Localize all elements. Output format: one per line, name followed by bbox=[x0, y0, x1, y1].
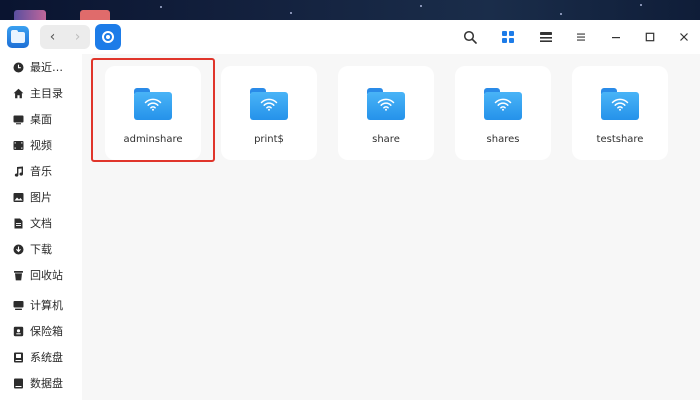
file-manager-window: ‹ › 最近… 主目录 桌面 视频 音乐 图片 文档 下载 回收站 计算机 保险… bbox=[0, 20, 700, 400]
chevron-right-icon: › bbox=[74, 29, 81, 45]
network-share-folder-icon bbox=[250, 88, 288, 120]
sidebar-item-label: 下载 bbox=[30, 243, 52, 256]
desktop-background bbox=[0, 0, 700, 22]
search-button[interactable] bbox=[460, 27, 480, 47]
network-share-folder-icon bbox=[484, 88, 522, 120]
document-icon bbox=[12, 217, 24, 229]
sidebar-item-label: 音乐 bbox=[30, 165, 52, 178]
forward-button[interactable]: › bbox=[65, 25, 90, 49]
list-view-button[interactable] bbox=[536, 27, 556, 47]
sidebar-item-desktop[interactable]: 桌面 bbox=[0, 108, 82, 130]
folder-name: share bbox=[372, 134, 400, 145]
sidebar-item-label: 数据盘 bbox=[30, 377, 63, 390]
file-manager-logo-icon bbox=[7, 26, 29, 48]
sidebar-item-downloads[interactable]: 下载 bbox=[0, 238, 82, 260]
computer-icon bbox=[12, 299, 24, 311]
sidebar-item-videos[interactable]: 视频 bbox=[0, 134, 82, 156]
folder-name: print$ bbox=[254, 134, 284, 145]
titlebar: ‹ › bbox=[0, 20, 700, 54]
icon-view-button[interactable] bbox=[498, 27, 518, 47]
sidebar-item-vault[interactable]: 保险箱 bbox=[0, 320, 82, 342]
main-menu-button[interactable] bbox=[571, 27, 591, 47]
desktop-icon bbox=[12, 113, 24, 125]
folder-item[interactable]: shares bbox=[455, 66, 551, 160]
picture-icon bbox=[12, 191, 24, 203]
sidebar-item-label: 主目录 bbox=[30, 87, 63, 100]
network-share-folder-icon bbox=[601, 88, 639, 120]
network-share-folder-icon bbox=[367, 88, 405, 120]
sidebar-item-documents[interactable]: 文档 bbox=[0, 212, 82, 234]
sidebar-item-label: 图片 bbox=[30, 191, 52, 204]
sidebar-item-label: 文档 bbox=[30, 217, 52, 230]
system-disk-icon bbox=[12, 351, 24, 363]
folder-name: shares bbox=[486, 134, 520, 145]
close-button[interactable] bbox=[674, 27, 694, 47]
data-disk-icon bbox=[12, 377, 24, 389]
folder-item[interactable]: testshare bbox=[572, 66, 668, 160]
sidebar-item-system-disk[interactable]: 系统盘 bbox=[0, 346, 82, 368]
minimize-icon bbox=[612, 37, 620, 39]
sidebar-item-label: 系统盘 bbox=[30, 351, 63, 364]
folder-item[interactable]: share bbox=[338, 66, 434, 160]
grid-view-icon bbox=[502, 31, 514, 43]
search-icon bbox=[463, 30, 477, 44]
minimize-button[interactable] bbox=[606, 27, 626, 47]
trash-icon bbox=[12, 269, 24, 281]
folder-item[interactable]: print$ bbox=[221, 66, 317, 160]
sidebar-item-trash[interactable]: 回收站 bbox=[0, 264, 82, 286]
sidebar-item-label: 回收站 bbox=[30, 269, 63, 282]
chevron-left-icon: ‹ bbox=[49, 29, 56, 45]
sidebar-item-recent[interactable]: 最近… bbox=[0, 56, 82, 78]
music-icon bbox=[12, 165, 24, 177]
list-view-icon bbox=[540, 32, 552, 42]
sidebar-item-label: 最近… bbox=[30, 61, 63, 74]
sidebar-item-data-disk[interactable]: 数据盘 bbox=[0, 372, 82, 394]
folder-name: testshare bbox=[596, 134, 644, 145]
selection-highlight bbox=[91, 58, 215, 162]
sidebar-item-label: 视频 bbox=[30, 139, 52, 152]
sidebar-item-label: 保险箱 bbox=[30, 325, 63, 338]
breadcrumb-network-button[interactable] bbox=[95, 24, 121, 50]
home-icon bbox=[12, 87, 24, 99]
video-icon bbox=[12, 139, 24, 151]
sidebar-item-music[interactable]: 音乐 bbox=[0, 160, 82, 182]
download-icon bbox=[12, 243, 24, 255]
close-icon bbox=[680, 33, 688, 41]
network-icon bbox=[102, 31, 114, 43]
sidebar-item-label: 桌面 bbox=[30, 113, 52, 126]
vault-icon bbox=[12, 325, 24, 337]
sidebar-item-pictures[interactable]: 图片 bbox=[0, 186, 82, 208]
sidebar-item-label: 计算机 bbox=[30, 299, 63, 312]
sidebar: 最近… 主目录 桌面 视频 音乐 图片 文档 下载 回收站 计算机 保险箱 系统… bbox=[0, 54, 82, 400]
file-view: adminshare print$ share shares testshare bbox=[82, 54, 700, 400]
sidebar-item-computer[interactable]: 计算机 bbox=[0, 294, 82, 316]
clock-icon bbox=[12, 61, 24, 73]
maximize-icon bbox=[645, 32, 655, 42]
hamburger-menu-icon bbox=[577, 33, 585, 41]
sidebar-item-home[interactable]: 主目录 bbox=[0, 82, 82, 104]
maximize-button[interactable] bbox=[640, 27, 660, 47]
navigation-buttons: ‹ › bbox=[40, 25, 90, 49]
back-button[interactable]: ‹ bbox=[40, 25, 65, 49]
